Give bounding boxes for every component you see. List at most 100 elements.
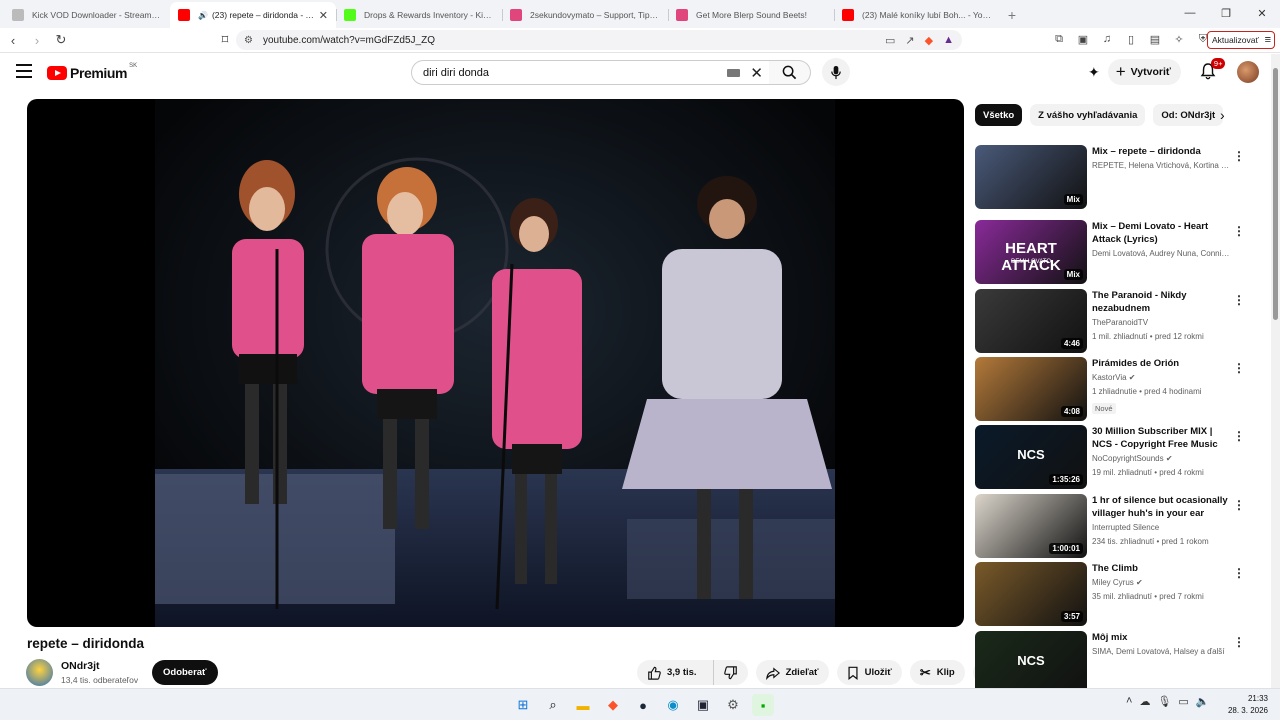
tray-chevron-icon[interactable]: ˄ xyxy=(1126,695,1132,708)
filter-chip[interactable]: Z vášho vyhľadávania xyxy=(1030,104,1146,126)
wallet-icon[interactable]: ▤ xyxy=(1146,30,1164,48)
bookmark-icon[interactable]: ⌑ xyxy=(214,29,236,51)
recommendation-item[interactable]: 3:57 The Climb Miley Cyrus ✔ 35 mil. zhliad… xyxy=(975,562,1245,626)
windows-start-icon[interactable]: ⊞ xyxy=(512,694,534,716)
browser-tab[interactable]: 2sekundovymato – Support, Tips & S xyxy=(502,2,668,28)
video-thumbnail[interactable]: NCS 1:35:26 xyxy=(975,425,1087,489)
channel-avatar[interactable] xyxy=(26,659,53,686)
video-author[interactable]: Interrupted Silence xyxy=(1092,522,1232,534)
video-player[interactable] xyxy=(27,99,964,627)
video-author[interactable]: Miley Cyrus ✔ xyxy=(1092,577,1232,589)
share-page-icon[interactable]: ↗ xyxy=(905,34,914,47)
search-input[interactable]: diri diri donda ✕ xyxy=(411,60,770,85)
recommendation-item[interactable]: NCS 1:35:26 30 Million Subscriber MIX | NC… xyxy=(975,425,1245,489)
search-button[interactable] xyxy=(769,60,811,85)
video-thumbnail[interactable]: 4:08 xyxy=(975,357,1087,421)
tab-audio-icon[interactable]: 🔊 xyxy=(198,11,208,20)
more-options-icon[interactable]: ⋮ xyxy=(1233,635,1245,649)
clip-button[interactable]: ✂ Klip xyxy=(909,660,965,685)
video-author[interactable]: NoCopyrightSounds ✔ xyxy=(1092,453,1232,465)
minimize-icon[interactable]: — xyxy=(1172,0,1208,26)
video-title[interactable]: Môj mix xyxy=(1092,631,1232,644)
video-title[interactable]: Pirámides de Orión xyxy=(1092,357,1232,370)
tray-network-icon[interactable]: ▭ xyxy=(1178,695,1188,708)
tray-cloud-icon[interactable]: ☁ xyxy=(1139,695,1150,708)
video-author[interactable]: Demi Lovatová, Audrey Nuna, Connie Fra..… xyxy=(1092,248,1232,260)
recommendation-item[interactable]: NCS Môj mix SIMA, Demi Lovatová, Halsey a … xyxy=(975,631,1245,695)
update-button[interactable]: Aktualizovať ≡ xyxy=(1207,31,1275,49)
browser-tab[interactable]: Drops & Rewards Inventory - Kick St xyxy=(336,2,502,28)
more-options-icon[interactable]: ⋮ xyxy=(1233,429,1245,443)
app-icon[interactable]: ▣ xyxy=(692,694,714,716)
recommendation-item[interactable]: 1:00:01 1 hr of silence but ocasionally v… xyxy=(975,494,1245,558)
video-title[interactable]: Mix – Demi Lovato - Heart Attack (Lyrics… xyxy=(1092,220,1232,246)
kick-app-icon[interactable]: ▪ xyxy=(752,694,774,716)
video-thumbnail[interactable]: 1:00:01 xyxy=(975,494,1087,558)
sidebar-icon[interactable]: ▯ xyxy=(1122,30,1140,48)
forward-icon[interactable]: › xyxy=(26,29,48,51)
video-title[interactable]: 1 hr of silence but ocasionally villager… xyxy=(1092,494,1232,520)
filter-chip[interactable]: Všetko xyxy=(975,104,1023,126)
browser-tab[interactable]: Get More Blerp Sound Beets! xyxy=(668,2,834,28)
brave-icon[interactable]: ◆ xyxy=(602,694,624,716)
cast-icon[interactable]: ▭ xyxy=(885,34,895,47)
back-icon[interactable]: ‹ xyxy=(2,29,24,51)
taskbar-search-icon[interactable]: ⌕ xyxy=(542,694,564,716)
studio-icon[interactable]: ✦ xyxy=(1088,64,1100,81)
menu-hamburger-icon[interactable] xyxy=(16,64,32,78)
more-options-icon[interactable]: ⋮ xyxy=(1233,566,1245,580)
scrollbar-thumb[interactable] xyxy=(1273,68,1278,320)
page-scrollbar[interactable] xyxy=(1271,54,1280,688)
settings-icon[interactable]: ⚙ xyxy=(722,694,744,716)
more-options-icon[interactable]: ⋮ xyxy=(1233,361,1245,375)
extensions-icon[interactable]: ⧉ xyxy=(1050,30,1068,48)
tray-mic-icon[interactable]: 🎙 xyxy=(1157,695,1171,708)
recommendation-item[interactable]: HEART ATTACK DEMI LOVATO Mix Mix – Demi Lov… xyxy=(975,220,1245,284)
more-options-icon[interactable]: ⋮ xyxy=(1233,293,1245,307)
close-window-icon[interactable]: ✕ xyxy=(1244,0,1280,26)
recommendation-item[interactable]: 4:08 Pirámides de Orión KastorVia ✔ 1 zhlia… xyxy=(975,357,1245,421)
leo-icon[interactable]: ✧ xyxy=(1170,30,1188,48)
media-icon[interactable]: ♫ xyxy=(1098,30,1116,48)
reload-icon[interactable]: ↻ xyxy=(50,29,72,51)
url-field[interactable]: ⚙ youtube.com/watch?v=mGdFZd5J_ZQ ▭ ↗ ◆ … xyxy=(236,30,962,50)
tray-volume-icon[interactable]: 🔈 xyxy=(1196,695,1210,708)
video-author[interactable]: REPETE, Helena Vrtichová, Kortina a ďalš… xyxy=(1092,160,1232,172)
browser-tab[interactable]: 🔊 (23) repete – diridonda - You ✕ xyxy=(170,2,336,28)
browser-tab[interactable]: (23) Malé koníky lubí Boh... - YouTub xyxy=(834,2,1000,28)
filter-chip[interactable]: Od: ONdr3jt xyxy=(1153,104,1224,126)
save-button[interactable]: Uložiť xyxy=(836,660,902,685)
close-tab-icon[interactable]: ✕ xyxy=(319,9,328,22)
video-author[interactable]: SIMA, Demi Lovatová, Halsey a ďalší xyxy=(1092,646,1232,658)
video-thumbnail[interactable]: 3:57 xyxy=(975,562,1087,626)
video-thumbnail[interactable]: HEART ATTACK DEMI LOVATO Mix xyxy=(975,220,1087,284)
recommendation-item[interactable]: 4:46 The Paranoid - Nikdy nezabudnem ThePa… xyxy=(975,289,1245,353)
video-title[interactable]: The Paranoid - Nikdy nezabudnem xyxy=(1092,289,1232,315)
keyboard-icon[interactable] xyxy=(727,68,741,77)
account-avatar[interactable] xyxy=(1236,61,1259,83)
new-tab-button[interactable]: + xyxy=(1000,2,1024,28)
tab-search-icon[interactable]: ▣ xyxy=(1074,30,1092,48)
file-explorer-icon[interactable]: ▬ xyxy=(572,694,594,716)
subscribe-button[interactable]: Odoberať xyxy=(152,660,218,685)
taskbar-clock[interactable]: 21:33 28. 3. 2026 xyxy=(1226,693,1268,717)
maximize-icon[interactable]: ❐ xyxy=(1208,0,1244,26)
video-thumbnail[interactable]: 4:46 xyxy=(975,289,1087,353)
site-info-icon[interactable]: ⚙ xyxy=(244,35,253,46)
video-title[interactable]: The Climb xyxy=(1092,562,1232,575)
video-author[interactable]: TheParanoidTV xyxy=(1092,317,1232,329)
more-options-icon[interactable]: ⋮ xyxy=(1233,149,1245,163)
more-options-icon[interactable]: ⋮ xyxy=(1233,498,1245,512)
brave-rewards-icon[interactable]: ▲ xyxy=(943,34,954,47)
dislike-button[interactable] xyxy=(712,660,748,685)
notifications-button[interactable]: 9+ xyxy=(1199,58,1226,82)
edge-icon[interactable]: ◉ xyxy=(662,694,684,716)
voice-search-button[interactable] xyxy=(822,58,850,86)
more-options-icon[interactable]: ⋮ xyxy=(1233,224,1245,238)
video-title[interactable]: Mix – repete – diridonda xyxy=(1092,145,1232,158)
chips-next-icon[interactable]: › xyxy=(1220,107,1225,123)
video-title[interactable]: 30 Million Subscriber MIX | NCS - Copyri… xyxy=(1092,425,1232,451)
create-button[interactable]: + Vytvoriť xyxy=(1107,59,1181,85)
brave-shield-icon[interactable]: ◆ xyxy=(925,34,933,47)
browser-tab[interactable]: Kick VOD Downloader - Streams Cha xyxy=(4,2,170,28)
